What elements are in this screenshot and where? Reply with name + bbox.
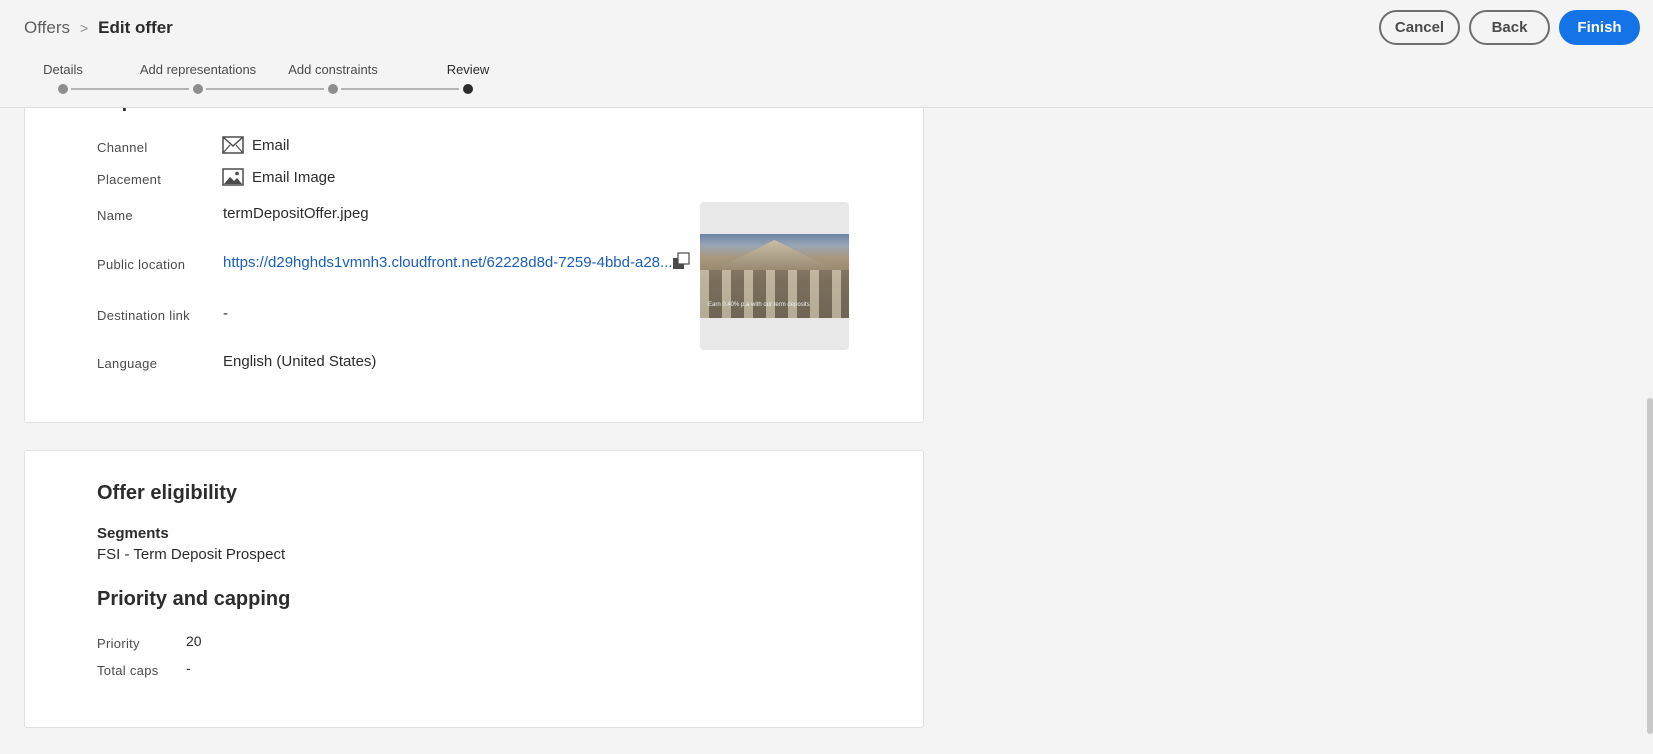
finish-button[interactable]: Finish bbox=[1559, 10, 1640, 45]
step-details-dot[interactable] bbox=[58, 84, 68, 94]
offer-eligibility-title: Offer eligibility bbox=[97, 482, 238, 504]
language-value: English (United States) bbox=[223, 353, 377, 370]
channel-value: Email bbox=[252, 137, 290, 154]
step-connector bbox=[71, 88, 189, 90]
step-constraints-label[interactable]: Add constraints bbox=[288, 62, 378, 77]
wizard-stepper: Details Add representations Add constrai… bbox=[0, 0, 520, 108]
total-caps-label: Total caps bbox=[97, 663, 159, 678]
public-location-label: Public location bbox=[97, 257, 186, 272]
placement-value: Email Image bbox=[252, 169, 336, 186]
step-representations-dot[interactable] bbox=[193, 84, 203, 94]
preview-caption: Earn 0.40% p.a with our term deposits bbox=[708, 302, 810, 308]
segments-value: FSI - Term Deposit Prospect bbox=[97, 546, 286, 563]
step-connector bbox=[341, 88, 459, 90]
step-connector bbox=[206, 88, 324, 90]
priority-value: 20 bbox=[186, 633, 202, 649]
building-columns bbox=[700, 270, 849, 318]
page-scrollbar[interactable] bbox=[1647, 398, 1653, 734]
segments-label: Segments bbox=[97, 525, 169, 542]
channel-label: Channel bbox=[97, 140, 148, 155]
page-header: Offers > Edit offer Details Add represen… bbox=[0, 0, 1653, 108]
envelope-icon bbox=[222, 136, 244, 159]
image-preview[interactable]: Earn 0.40% p.a with our term deposits bbox=[700, 202, 849, 350]
copy-icon[interactable] bbox=[672, 252, 690, 275]
building-pediment bbox=[718, 240, 831, 268]
image-icon bbox=[222, 168, 244, 191]
name-value: termDepositOffer.jpeg bbox=[223, 205, 369, 222]
priority-capping-title: Priority and capping bbox=[97, 588, 291, 610]
priority-label: Priority bbox=[97, 636, 140, 651]
public-location-link[interactable]: https://d29hghds1vmnh3.cloudfront.net/62… bbox=[223, 254, 673, 271]
cancel-button[interactable]: Cancel bbox=[1379, 10, 1460, 45]
placement-label: Placement bbox=[97, 172, 162, 187]
step-review-label: Review bbox=[446, 62, 490, 77]
step-constraints-dot[interactable] bbox=[328, 84, 338, 94]
language-label: Language bbox=[97, 356, 158, 371]
destination-link-label: Destination link bbox=[97, 308, 190, 323]
offer-image-thumbnail: Earn 0.40% p.a with our term deposits bbox=[700, 234, 849, 318]
step-details-label[interactable]: Details bbox=[43, 62, 83, 77]
back-button[interactable]: Back bbox=[1469, 10, 1550, 45]
step-representations-label[interactable]: Add representations bbox=[140, 62, 256, 77]
name-label: Name bbox=[97, 208, 133, 223]
total-caps-value: - bbox=[186, 660, 191, 676]
destination-link-value: - bbox=[223, 305, 228, 322]
step-review-dot bbox=[463, 84, 473, 94]
